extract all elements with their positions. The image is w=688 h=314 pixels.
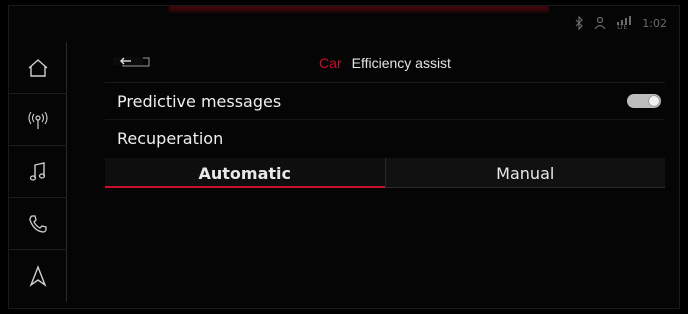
home-icon xyxy=(27,58,49,78)
page-header: Car Efficiency assist xyxy=(105,42,665,83)
music-icon xyxy=(28,161,48,183)
recuperation-label: Recuperation xyxy=(117,128,224,148)
status-bar: LTE 1:02 xyxy=(574,16,667,31)
page-title: Car Efficiency assist xyxy=(105,55,665,71)
toggle-knob xyxy=(648,95,660,107)
setting-predictive-messages[interactable]: Predictive messages xyxy=(105,83,665,120)
sidebar-item-navigation[interactable] xyxy=(9,250,67,302)
recuperation-selector: Automatic Manual xyxy=(105,158,665,188)
main-panel: Car Efficiency assist Predictive messages… xyxy=(105,42,665,302)
person-icon xyxy=(594,16,606,30)
radio-icon xyxy=(27,110,49,130)
option-automatic[interactable]: Automatic xyxy=(105,158,385,188)
predictive-messages-toggle[interactable] xyxy=(627,94,661,108)
navigation-icon xyxy=(28,265,47,287)
sidebar-item-home[interactable] xyxy=(9,42,67,94)
lte-signal-icon: LTE xyxy=(616,16,632,31)
clock: 1:02 xyxy=(642,16,667,30)
phone-icon xyxy=(28,214,48,234)
sidebar-item-music[interactable] xyxy=(9,146,67,198)
sidebar-item-radio[interactable] xyxy=(9,94,67,146)
breadcrumb-car[interactable]: Car xyxy=(319,55,342,71)
lte-label: LTE xyxy=(617,24,628,31)
setting-recuperation: Recuperation xyxy=(105,120,665,156)
sidebar xyxy=(9,42,67,308)
predictive-messages-label: Predictive messages xyxy=(117,91,282,111)
infotainment-screen: LTE 1:02 Car Efficiency assist Predictiv… xyxy=(8,5,680,309)
option-manual[interactable]: Manual xyxy=(384,158,665,188)
title-efficiency-assist: Efficiency assist xyxy=(351,55,451,71)
bluetooth-icon xyxy=(574,16,584,30)
sidebar-item-phone[interactable] xyxy=(9,198,67,250)
